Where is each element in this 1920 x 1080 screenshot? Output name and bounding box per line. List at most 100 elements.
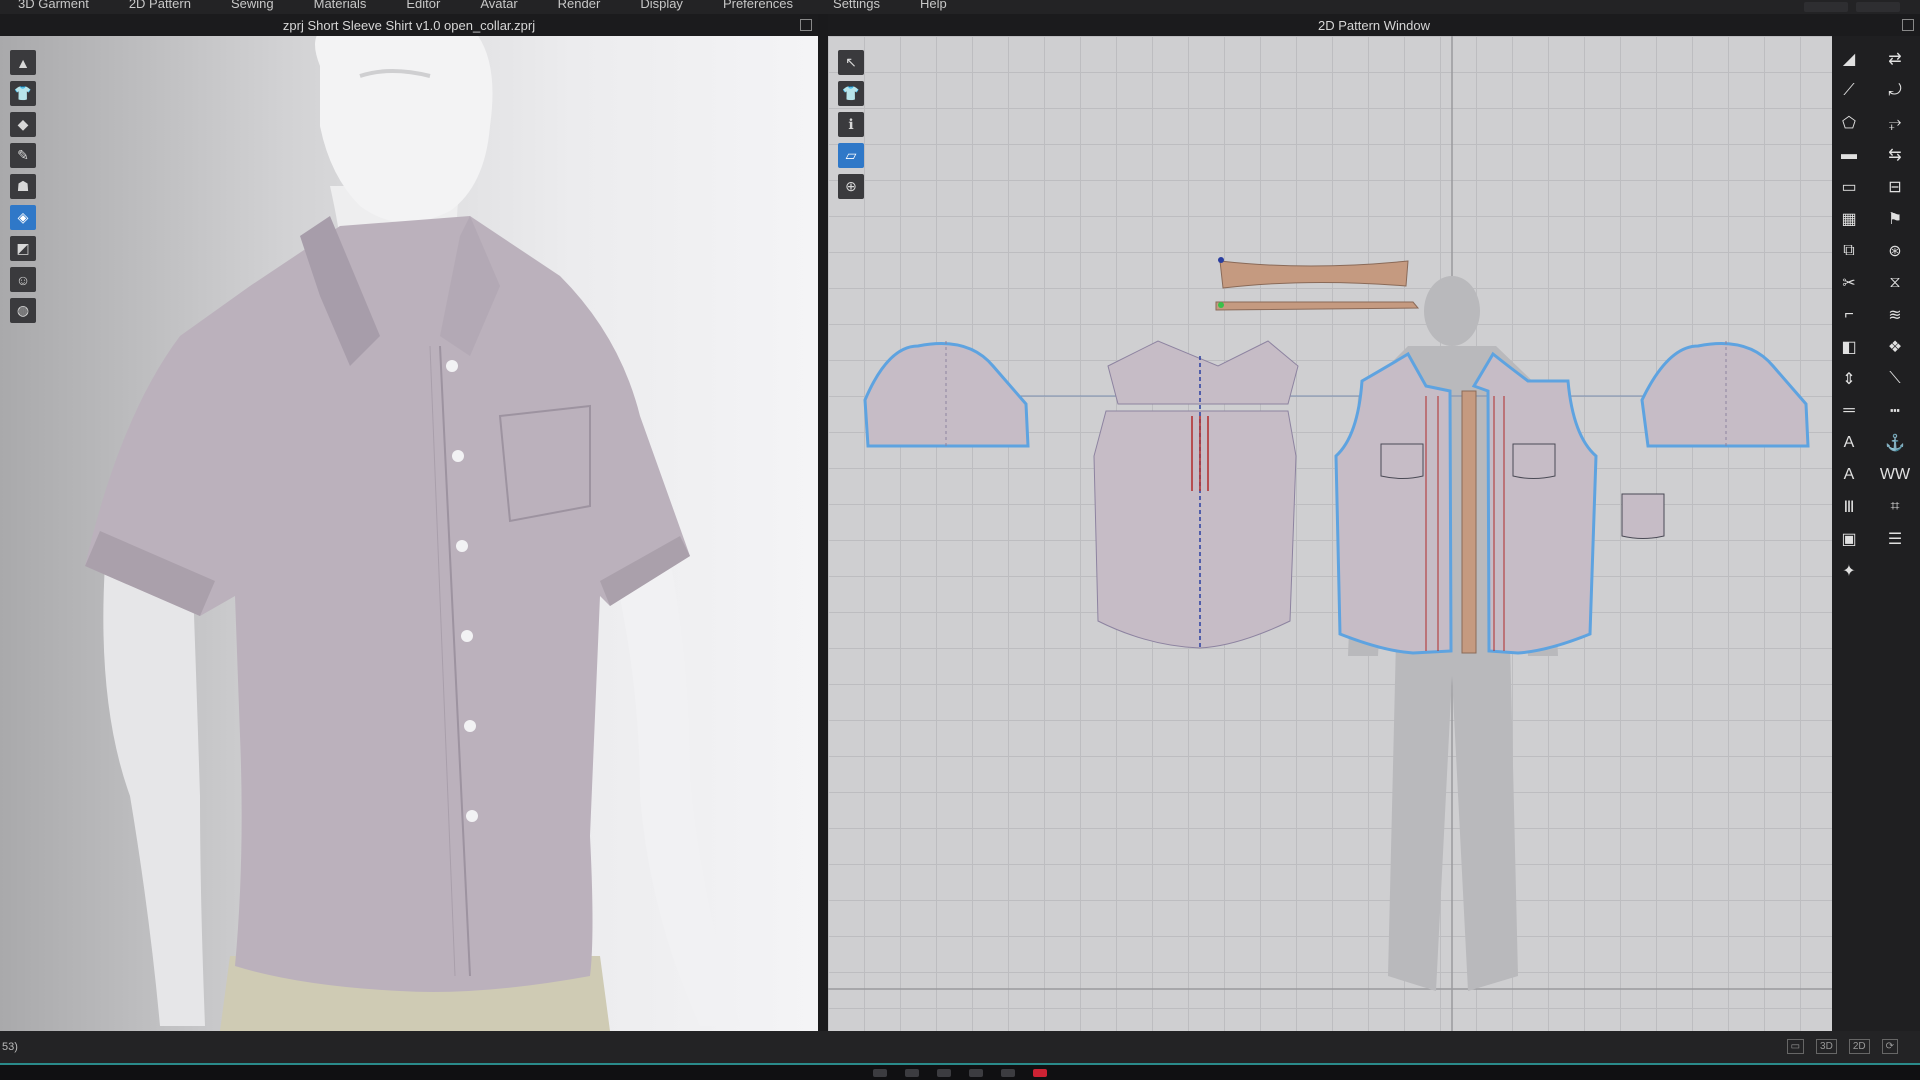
menu-item[interactable]: 2D Pattern xyxy=(129,0,191,11)
shirt-button xyxy=(461,630,473,642)
measure-icon[interactable]: ⟍ xyxy=(1880,364,1910,394)
fold-icon[interactable]: ⌐ xyxy=(1834,300,1864,330)
avatar-icon[interactable]: ☺ xyxy=(10,267,36,292)
3d-window-title-text: zprj Short Sleeve Shirt v1.0 open_collar… xyxy=(282,17,536,33)
menu-item[interactable]: 3D Garment xyxy=(18,0,89,11)
point-marker xyxy=(1218,257,1224,263)
2d-toolbar: ↖ 👕 ℹ ▱ ⊕ xyxy=(838,50,864,199)
taskbar-app[interactable] xyxy=(937,1068,951,1077)
internal-polygon-icon[interactable]: ▭ xyxy=(1834,172,1864,202)
transform-pattern-icon[interactable]: ↖ xyxy=(838,50,864,75)
menu-item[interactable]: Materials xyxy=(314,0,367,11)
shirt-button xyxy=(452,450,464,462)
seam-icon[interactable]: ⤾ xyxy=(1880,76,1910,106)
menu-item[interactable]: Preferences xyxy=(723,0,793,11)
2d-tool-palette: ◢ ⇄ ⟋ ⤾ ⬠ ⥅ ▬ ⇆ ▭ ⊟ ▦ ⚑ ⧉ ⊛ ✂ ⧖ ⌐ ≋ ◧ ❖ ⇕ ⟍ ═ ┅ A ⚓ A WW Ⅲ ⌗ ▣ ☰ ✦ xyxy=(1832,36,1920,1031)
menu-item[interactable]: Avatar xyxy=(480,0,517,11)
zip-icon[interactable]: ⧖ xyxy=(1880,268,1910,298)
ruler-icon[interactable]: ⇕ xyxy=(1834,364,1864,394)
front-right-pattern[interactable] xyxy=(1471,351,1598,655)
menu-item[interactable]: Render xyxy=(558,0,601,11)
segment-sewing-icon[interactable]: ⥅ xyxy=(1880,108,1910,138)
graphic-icon[interactable]: ▣ xyxy=(1834,524,1864,554)
window-splitter[interactable] xyxy=(818,14,828,1031)
lock-icon[interactable]: ⊕ xyxy=(838,174,864,199)
circumference-icon[interactable]: ┅ xyxy=(1880,396,1910,426)
sewing-display-icon[interactable]: ▱ xyxy=(838,143,864,168)
edit-curve-icon[interactable]: ⟋ xyxy=(1834,76,1864,106)
text-icon[interactable]: A xyxy=(1834,428,1864,458)
avatar-pose-icon[interactable]: ✦ xyxy=(1834,556,1864,586)
popout-icon[interactable] xyxy=(800,19,812,31)
taskbar-app[interactable] xyxy=(1001,1068,1015,1077)
workspace-selector[interactable] xyxy=(1804,2,1848,12)
transform-icon[interactable]: ◈ xyxy=(10,205,36,230)
sleeve-left-pattern[interactable] xyxy=(863,342,1030,448)
show-garment-icon[interactable]: 👕 xyxy=(838,81,864,106)
press-icon[interactable]: ⊟ xyxy=(1880,172,1910,202)
2d-pattern-window: 2D Pattern Window ↖ 👕 ℹ ▱ ⊕ ◢ ⇄ ⟋ ⤾ ⬠ ⥅ … xyxy=(828,14,1920,1031)
grid-icon[interactable]: ▦ xyxy=(1834,204,1864,234)
menu-item[interactable]: Editor xyxy=(406,0,440,11)
rectangle-icon[interactable]: ▬ xyxy=(1834,140,1864,170)
pocket-pattern[interactable] xyxy=(1621,493,1665,539)
sewing-icon[interactable]: ⇄ xyxy=(1880,44,1910,74)
straight-ruler-icon[interactable]: ═ xyxy=(1834,396,1864,426)
2d-window-title: 2D Pattern Window xyxy=(828,14,1920,36)
sleeve-right-pattern[interactable] xyxy=(1640,342,1810,448)
search-box[interactable] xyxy=(1856,2,1900,12)
os-taskbar xyxy=(0,1063,1920,1080)
pin-icon[interactable]: ◩ xyxy=(10,236,36,261)
back-pattern[interactable] xyxy=(1093,410,1297,649)
select-mesh-icon[interactable]: ◆ xyxy=(10,112,36,137)
cut-icon[interactable]: ✂ xyxy=(1834,268,1864,298)
view-mode-button[interactable]: ▭ xyxy=(1786,1039,1805,1054)
edit-pattern-icon[interactable]: ✎ xyxy=(10,143,36,168)
popout-icon[interactable] xyxy=(1902,19,1914,31)
taskbar-app[interactable] xyxy=(873,1068,887,1077)
button-icon[interactable]: ⊛ xyxy=(1880,236,1910,266)
info-icon[interactable]: ℹ xyxy=(838,112,864,137)
front-left-pattern[interactable] xyxy=(1334,351,1453,655)
fold-arrangement-icon[interactable]: ☗ xyxy=(10,174,36,199)
menu-item[interactable]: Settings xyxy=(833,0,880,11)
point-marker xyxy=(1218,302,1224,308)
transform-icon[interactable]: ◢ xyxy=(1834,44,1864,74)
view-mode-buttons: ▭ 3D 2D ⟳ xyxy=(1786,1039,1898,1054)
pleat-line-icon[interactable]: WW xyxy=(1880,460,1910,490)
polygon-icon[interactable]: ⬠ xyxy=(1834,108,1864,138)
placket-pattern[interactable] xyxy=(1461,390,1477,654)
yoke-pattern[interactable] xyxy=(1107,340,1299,405)
stack-icon[interactable]: ☰ xyxy=(1880,524,1910,554)
pattern-stack-icon[interactable]: ⧉ xyxy=(1834,236,1864,266)
3d-viewport[interactable] xyxy=(0,36,818,1031)
topstitch-icon[interactable]: ≋ xyxy=(1880,300,1910,330)
menu-item[interactable]: Help xyxy=(920,0,947,11)
shirt-button xyxy=(456,540,468,552)
taskbar-app-record[interactable] xyxy=(1033,1068,1047,1077)
3d-scene xyxy=(85,36,740,1031)
tape-icon[interactable]: ⌗ xyxy=(1880,492,1910,522)
puckering-icon[interactable]: ❖ xyxy=(1880,332,1910,362)
tack-icon[interactable]: ⚑ xyxy=(1880,204,1910,234)
menu-item[interactable]: Display xyxy=(640,0,683,11)
view-mode-button[interactable]: 3D xyxy=(1816,1039,1837,1054)
annotation-icon[interactable]: A xyxy=(1834,460,1864,490)
taskbar-app[interactable] xyxy=(905,1068,919,1077)
texture-icon[interactable]: ◍ xyxy=(10,298,36,323)
status-bar: 53) ▭ 3D 2D ⟳ xyxy=(0,1031,1920,1063)
3d-garment-window: zprj Short Sleeve Shirt v1.0 open_collar… xyxy=(0,14,818,1031)
collar-pattern[interactable] xyxy=(1219,260,1409,289)
2d-viewport[interactable] xyxy=(828,36,1832,1031)
anchor-icon[interactable]: ⚓ xyxy=(1880,428,1910,458)
garment-icon[interactable]: 👕 xyxy=(10,81,36,106)
simulation-icon[interactable]: ▲ xyxy=(10,50,36,75)
stripe-icon[interactable]: Ⅲ xyxy=(1834,492,1864,522)
view-mode-button[interactable]: 2D xyxy=(1848,1039,1870,1054)
menu-item[interactable]: Sewing xyxy=(231,0,274,11)
view-mode-button[interactable]: ⟳ xyxy=(1881,1039,1898,1054)
collar-stand-pattern[interactable] xyxy=(1215,301,1420,311)
pleat-icon[interactable]: ◧ xyxy=(1834,332,1864,362)
free-sewing-icon[interactable]: ⇆ xyxy=(1880,140,1910,170)
taskbar-app[interactable] xyxy=(969,1068,983,1077)
